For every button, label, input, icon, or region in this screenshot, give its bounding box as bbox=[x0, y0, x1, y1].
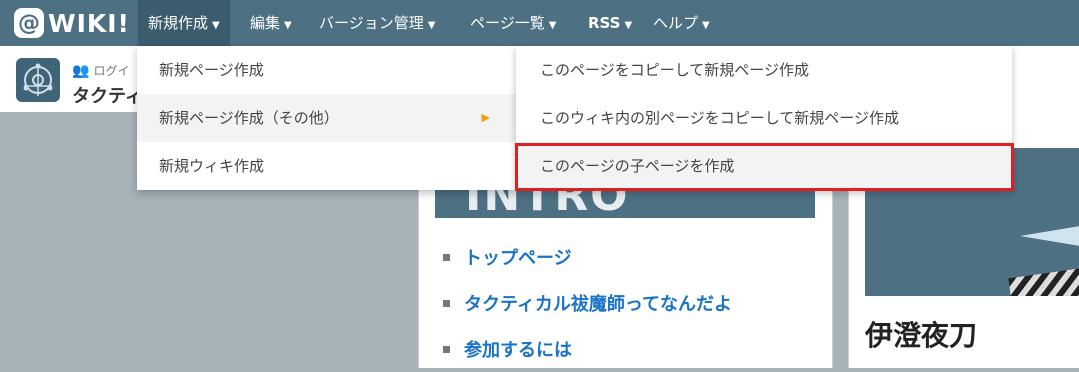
menu-item-copy-this-page[interactable]: このページをコピーして新規ページ作成 bbox=[516, 46, 1012, 94]
thumbnail-decoration bbox=[1020, 226, 1079, 246]
caret-down-icon: ▼ bbox=[284, 20, 292, 31]
nav-label: ヘルプ bbox=[653, 14, 699, 32]
nav-new-create[interactable]: 新規作成 ▼ bbox=[138, 0, 230, 46]
menu-item-create-child-page[interactable]: このページの子ページを作成 bbox=[516, 142, 1012, 190]
link-join[interactable]: 参加するには bbox=[464, 336, 572, 362]
link-about[interactable]: タクティカル祓魔師ってなんだよ bbox=[464, 290, 732, 316]
link-top-page[interactable]: トップページ bbox=[464, 244, 572, 270]
nav-label: 編集 bbox=[250, 14, 281, 32]
nav-page-list[interactable]: ページ一覧 ▼ bbox=[460, 0, 566, 46]
thumbnail-stripes bbox=[1008, 265, 1079, 296]
site-title[interactable]: タクティ bbox=[72, 82, 143, 108]
menu-item-label: 新規ウィキ作成 bbox=[159, 157, 265, 175]
nav-version-control[interactable]: バージョン管理 ▼ bbox=[309, 0, 445, 46]
nav-edit[interactable]: 編集 ▼ bbox=[240, 0, 302, 46]
at-sign-logo-icon: @ bbox=[14, 8, 44, 38]
login-link[interactable]: 👥 ログイ bbox=[72, 62, 129, 79]
site-icon[interactable] bbox=[16, 58, 60, 102]
nav-label: ページ一覧 bbox=[470, 14, 545, 32]
menu-item-label: 新規ページ作成（その他） bbox=[159, 109, 339, 127]
caret-down-icon: ▼ bbox=[624, 20, 633, 31]
menu-item-new-wiki[interactable]: 新規ウィキ作成 bbox=[137, 142, 516, 190]
menu-item-label: 新規ページ作成 bbox=[159, 61, 264, 79]
nav-label: 新規作成 bbox=[148, 14, 209, 32]
caret-down-icon: ▼ bbox=[548, 20, 557, 31]
top-nav-bar: @ WIKI! 新規作成 ▼ 編集 ▼ バージョン管理 ▼ ページ一覧 ▼ RSS ▼ ヘ… bbox=[0, 0, 1079, 46]
list-item: 参加するには bbox=[443, 326, 732, 372]
new-page-other-submenu: このページをコピーして新規ページ作成 このウィキ内の別ページをコピーして新規ペー… bbox=[516, 46, 1012, 190]
logo-text: WIKI! bbox=[48, 8, 130, 38]
page-link-list: トップページ タクティカル祓魔師ってなんだよ 参加するには bbox=[443, 234, 732, 372]
character-name: 伊澄夜刀 bbox=[865, 319, 978, 352]
bullet-square-icon bbox=[443, 345, 450, 353]
nav-rss[interactable]: RSS ▼ bbox=[578, 0, 642, 46]
menu-item-label: このページをコピーして新規ページ作成 bbox=[540, 61, 809, 79]
wiki-logo[interactable]: @ WIKI! bbox=[14, 8, 130, 38]
nav-help[interactable]: ヘルプ ▼ bbox=[643, 0, 720, 46]
submenu-arrow-icon: ▶ bbox=[481, 111, 490, 124]
menu-item-new-page-other[interactable]: 新規ページ作成（その他） ▶ bbox=[137, 94, 516, 142]
bullet-square-icon bbox=[443, 253, 450, 261]
nav-label: RSS bbox=[588, 14, 621, 32]
emblem-icon bbox=[23, 63, 53, 96]
login-label: ログイ bbox=[93, 64, 130, 78]
menu-item-label: このウィキ内の別ページをコピーして新規ページ作成 bbox=[540, 109, 899, 127]
list-item: トップページ bbox=[443, 234, 732, 280]
caret-down-icon: ▼ bbox=[702, 20, 710, 31]
list-item: タクティカル祓魔師ってなんだよ bbox=[443, 280, 732, 326]
new-create-dropdown: 新規ページ作成 新規ページ作成（その他） ▶ 新規ウィキ作成 bbox=[137, 46, 516, 190]
nav-label: バージョン管理 bbox=[319, 14, 424, 32]
menu-item-copy-other-page[interactable]: このウィキ内の別ページをコピーして新規ページ作成 bbox=[516, 94, 1012, 142]
caret-down-icon: ▼ bbox=[212, 20, 220, 31]
menu-item-label: このページの子ページを作成 bbox=[540, 157, 735, 175]
users-icon: 👥 bbox=[72, 62, 90, 79]
caret-down-icon: ▼ bbox=[427, 20, 436, 31]
bullet-square-icon bbox=[443, 299, 450, 307]
menu-item-new-page[interactable]: 新規ページ作成 bbox=[137, 46, 516, 94]
